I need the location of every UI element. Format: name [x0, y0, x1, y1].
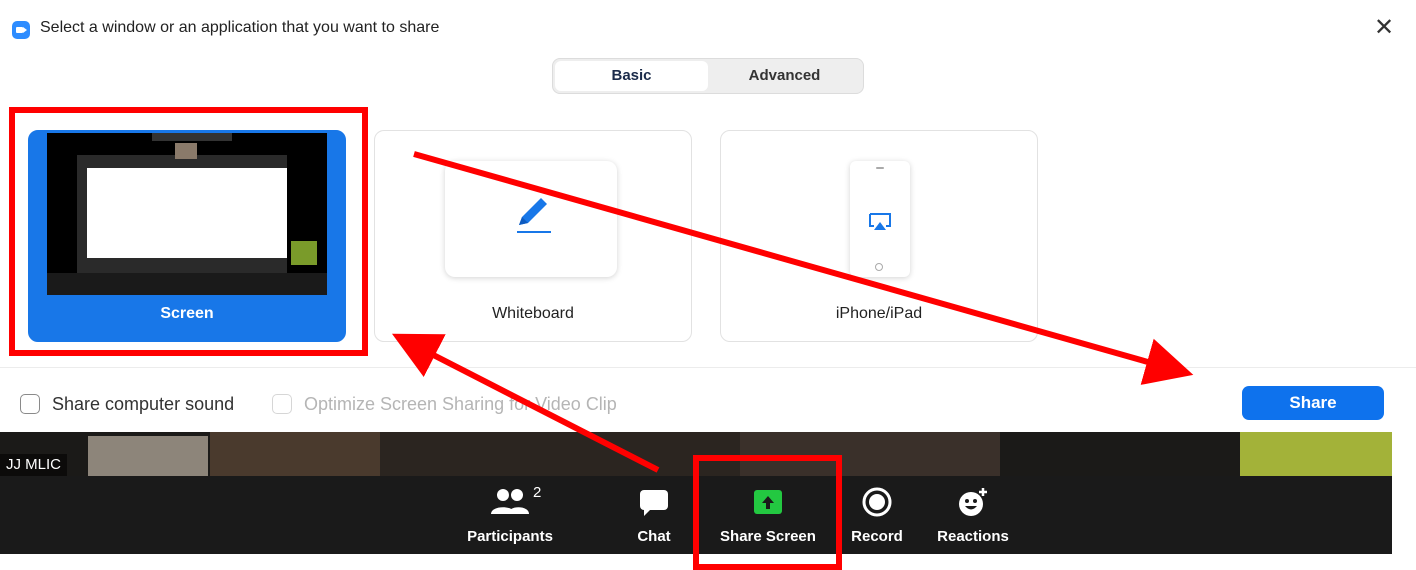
whiteboard-card [445, 161, 617, 277]
chat-label: Chat [637, 528, 671, 545]
reactions-icon [959, 488, 987, 516]
tab-basic[interactable]: Basic [555, 61, 708, 91]
phone-speaker [876, 167, 884, 169]
optimize-video-option: Optimize Screen Sharing for Video Clip [272, 392, 617, 416]
tab-advanced[interactable]: Advanced [708, 61, 861, 91]
zoom-logo-icon [12, 21, 30, 39]
video-background [210, 432, 380, 476]
share-mode-tabs: Basic Advanced [552, 58, 864, 94]
video-background [380, 432, 740, 476]
share-option-label: Screen [160, 305, 214, 322]
share-option-iphone-ipad[interactable]: iPhone/iPad [720, 130, 1038, 342]
share-option-label: Whiteboard [492, 305, 574, 322]
airplay-icon [869, 213, 891, 230]
share-option-screen[interactable]: Screen [28, 130, 346, 342]
thumbnail-toolbar [152, 133, 232, 141]
share-option-label: iPhone/iPad [835, 305, 923, 322]
screen-thumbnail [47, 133, 327, 295]
thumbnail-video-green [291, 241, 317, 265]
video-strip: JJ MLIC [0, 432, 1392, 476]
meeting-toolbar: 2 Participants Chat Share Screen Record [0, 476, 1392, 554]
participants-label: Participants [467, 528, 553, 545]
title-bar: Select a window or an application that y… [0, 0, 1416, 58]
share-computer-sound-label: Share computer sound [52, 393, 235, 414]
share-button[interactable]: Share [1242, 386, 1384, 420]
window-title: Select a window or an application that y… [40, 19, 440, 36]
share-screen-icon [754, 490, 782, 514]
phone-home-button [875, 263, 883, 271]
divider [0, 367, 1416, 368]
chat-icon [640, 490, 668, 516]
share-screen-button[interactable]: Share Screen [716, 484, 820, 548]
share-computer-sound-checkbox[interactable] [20, 394, 40, 414]
share-computer-sound-option: Share computer sound [20, 392, 234, 416]
share-option-whiteboard[interactable]: Whiteboard [374, 130, 692, 342]
video-background [88, 436, 208, 476]
optimize-video-label: Optimize Screen Sharing for Video Clip [304, 393, 617, 414]
record-button[interactable]: Record [846, 484, 908, 548]
reactions-button[interactable]: Reactions [932, 484, 1014, 548]
record-label: Record [851, 528, 903, 545]
participants-icon [491, 489, 529, 514]
optimize-video-checkbox[interactable] [272, 394, 292, 414]
chat-button[interactable]: Chat [626, 484, 682, 548]
close-button[interactable]: ✕ [1370, 14, 1398, 42]
video-background [1240, 432, 1392, 476]
reactions-label: Reactions [937, 528, 1009, 545]
participants-count: 2 [533, 484, 542, 501]
video-background [740, 432, 1000, 476]
phone-graphic [850, 161, 910, 277]
thumbnail-video [175, 143, 197, 159]
thumbnail-document [87, 168, 287, 258]
record-icon [862, 487, 892, 517]
participants-button[interactable]: 2 Participants [462, 484, 558, 548]
share-screen-label: Share Screen [720, 528, 816, 545]
thumbnail-taskbar [47, 273, 327, 295]
participant-name-tag: JJ MLIC [0, 454, 68, 476]
pencil-icon [517, 198, 551, 233]
